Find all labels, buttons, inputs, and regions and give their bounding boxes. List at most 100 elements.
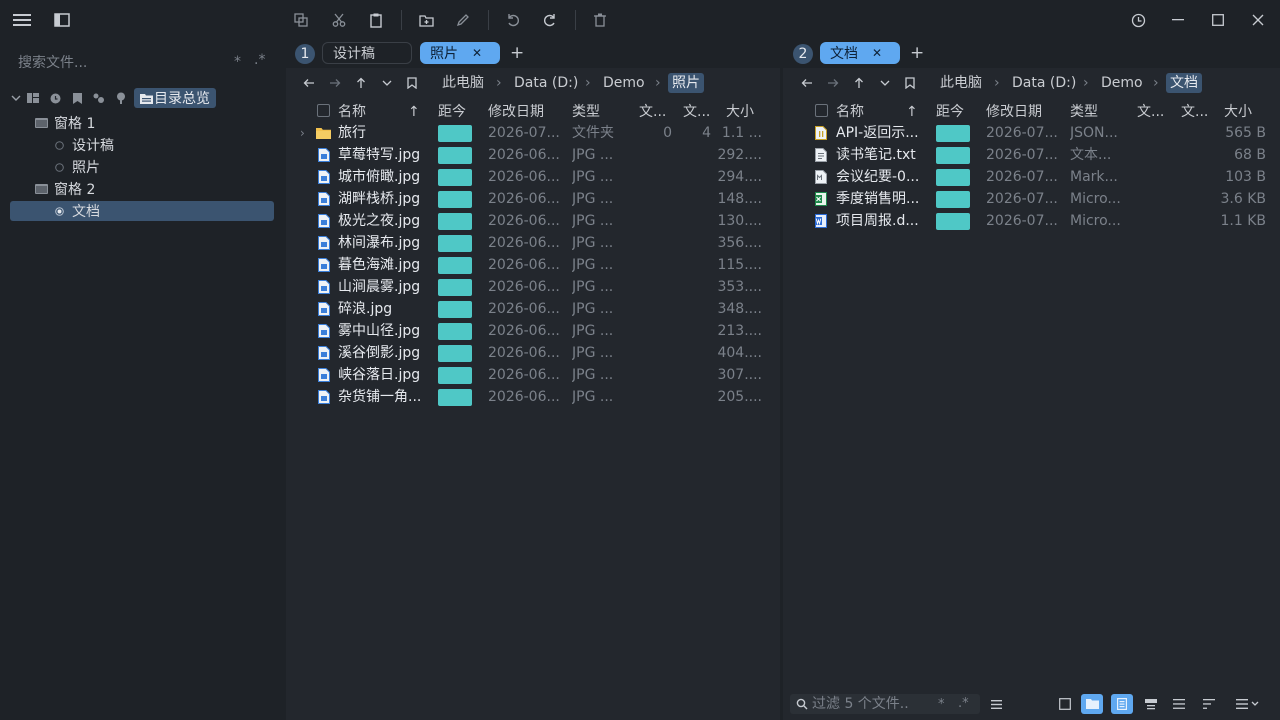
expand-chevron-icon[interactable]: › (300, 122, 305, 144)
column-type[interactable]: 类型 (572, 102, 600, 122)
folder-view-icon[interactable] (1081, 694, 1103, 714)
bookmark-icon[interactable] (401, 72, 423, 94)
file-row[interactable]: 读书笔记.txt 2026-07... 文本... 68 B (783, 144, 1280, 166)
tab-documents[interactable]: 文档 ✕ (820, 42, 900, 64)
column-name[interactable]: 名称 (338, 102, 366, 122)
back-icon[interactable] (796, 72, 818, 94)
tree-tab-design[interactable]: 设计稿 (10, 135, 274, 155)
file-row[interactable]: 碎浪.jpg 2026-06... JPG ... 348.... (286, 298, 780, 320)
file-row[interactable]: 城市俯瞰.jpg 2026-06... JPG ... 294.... (286, 166, 780, 188)
search-wildcard-toggle[interactable]: * (234, 54, 241, 70)
copy-icon[interactable] (289, 8, 313, 32)
add-tab-button[interactable]: + (510, 43, 524, 63)
tree-pane-1[interactable]: 窗格 1 (10, 113, 274, 133)
file-row[interactable]: 草莓特写.jpg 2026-06... JPG ... 292.... (286, 144, 780, 166)
tab-design[interactable]: 设计稿 (322, 42, 412, 64)
sort-ascending-icon[interactable]: ↑ (906, 102, 918, 122)
breadcrumb-item[interactable]: 此电脑 (442, 73, 484, 93)
file-row[interactable]: 极光之夜.jpg 2026-06... JPG ... 130.... (286, 210, 780, 232)
tree-tab-documents[interactable]: 文档 (10, 201, 274, 221)
history-icon[interactable] (1126, 8, 1150, 32)
forward-icon[interactable] (324, 72, 346, 94)
column-folder-count[interactable]: 文... (1181, 102, 1208, 122)
column-age[interactable]: 距今 (438, 102, 466, 122)
breadcrumb-item[interactable]: 此电脑 (940, 73, 982, 93)
filter-input[interactable]: 过滤 5 个文件.. * .* (790, 694, 980, 714)
delete-icon[interactable] (588, 8, 612, 32)
directory-overview-tab[interactable]: 目录总览 (134, 88, 216, 108)
toggle-sidebar-icon[interactable] (50, 8, 74, 32)
column-type[interactable]: 类型 (1070, 102, 1098, 122)
chevron-down-icon[interactable] (10, 95, 22, 101)
column-name[interactable]: 名称 (836, 102, 864, 122)
file-row[interactable]: 暮色海滩.jpg 2026-06... JPG ... 115.... (286, 254, 780, 276)
breadcrumb-item[interactable]: Demo (1101, 73, 1143, 93)
cut-icon[interactable] (327, 8, 351, 32)
tags-icon[interactable] (88, 93, 110, 103)
file-row[interactable]: 山涧晨雾.jpg 2026-06... JPG ... 353.... (286, 276, 780, 298)
location-icon[interactable] (110, 92, 132, 104)
group-view-icon[interactable] (1140, 694, 1162, 714)
file-row[interactable]: 会议纪要-0... 2026-07... Mark... 103 B (783, 166, 1280, 188)
tab-close-icon[interactable]: ✕ (872, 46, 882, 60)
select-all-checkbox[interactable] (317, 104, 330, 117)
history-dropdown-icon[interactable] (874, 72, 896, 94)
file-row[interactable]: 溪谷倒影.jpg 2026-06... JPG ... 404.... (286, 342, 780, 364)
new-folder-icon[interactable] (414, 8, 438, 32)
tab-photos[interactable]: 照片 ✕ (420, 42, 500, 64)
back-icon[interactable] (298, 72, 320, 94)
close-window-icon[interactable] (1246, 8, 1270, 32)
up-icon[interactable] (350, 72, 372, 94)
file-row[interactable]: 杂货铺一角... 2026-06... JPG ... 205.... (286, 386, 780, 408)
undo-icon[interactable] (501, 8, 525, 32)
paste-icon[interactable] (364, 8, 388, 32)
column-size[interactable]: 大小 (726, 102, 754, 122)
filter-wildcard-toggle[interactable]: * (938, 697, 945, 712)
details-view-icon[interactable] (1111, 694, 1133, 714)
sidebar-search[interactable]: 搜索文件... * .* (18, 52, 268, 72)
file-row[interactable]: 湖畔栈桥.jpg 2026-06... JPG ... 148.... (286, 188, 780, 210)
recent-icon[interactable] (44, 93, 66, 104)
file-row[interactable]: 项目周报.d... 2026-07... Micro... 1.1 KB (783, 210, 1280, 232)
tree-pane-2[interactable]: 窗格 2 (10, 179, 274, 199)
file-row[interactable]: API-返回示... 2026-07... JSON... 565 B (783, 122, 1280, 144)
bookmark-icon[interactable] (66, 92, 88, 104)
column-file-count[interactable]: 文... (639, 102, 666, 122)
minimize-icon[interactable] (1166, 8, 1190, 32)
file-row[interactable]: 林间瀑布.jpg 2026-06... JPG ... 356.... (286, 232, 780, 254)
filter-regex-toggle[interactable]: .* (958, 694, 969, 714)
breadcrumb-item[interactable]: Data (D:) (1012, 73, 1076, 93)
breadcrumb-item[interactable]: Demo (603, 73, 645, 93)
file-row[interactable]: 峡谷落日.jpg 2026-06... JPG ... 307.... (286, 364, 780, 386)
column-age[interactable]: 距今 (936, 102, 964, 122)
rename-icon[interactable] (451, 8, 475, 32)
sort-icon[interactable] (1198, 694, 1220, 714)
up-icon[interactable] (848, 72, 870, 94)
column-size[interactable]: 大小 (1224, 102, 1252, 122)
maximize-icon[interactable] (1206, 8, 1230, 32)
file-row[interactable]: 季度销售明... 2026-07... Micro... 3.6 KB (783, 188, 1280, 210)
layout-icon[interactable] (22, 93, 44, 103)
list-view-icon[interactable] (1168, 694, 1190, 714)
breadcrumb-item[interactable]: Data (D:) (514, 73, 578, 93)
history-dropdown-icon[interactable] (376, 72, 398, 94)
view-menu-dropdown-icon[interactable] (1230, 694, 1266, 714)
breadcrumb-current[interactable]: 文档 (1166, 73, 1202, 93)
add-tab-button[interactable]: + (910, 43, 924, 63)
column-file-count[interactable]: 文... (1137, 102, 1164, 122)
tree-tab-photos[interactable]: 照片 (10, 157, 274, 177)
breadcrumb-current[interactable]: 照片 (668, 73, 704, 93)
tab-close-icon[interactable]: ✕ (472, 46, 482, 60)
file-row[interactable]: › 旅行 2026-07... 文件夹 0 4 1.1 ... (286, 122, 780, 144)
select-mode-icon[interactable] (1054, 694, 1076, 714)
forward-icon[interactable] (822, 72, 844, 94)
file-row[interactable]: 雾中山径.jpg 2026-06... JPG ... 213.... (286, 320, 780, 342)
column-modified[interactable]: 修改日期 (986, 102, 1042, 122)
search-regex-toggle[interactable]: .* (254, 52, 265, 68)
column-folder-count[interactable]: 文... (683, 102, 710, 122)
bookmark-icon[interactable] (899, 72, 921, 94)
sort-ascending-icon[interactable]: ↑ (408, 102, 420, 122)
select-all-checkbox[interactable] (815, 104, 828, 117)
redo-icon[interactable] (538, 8, 562, 32)
column-modified[interactable]: 修改日期 (488, 102, 544, 122)
